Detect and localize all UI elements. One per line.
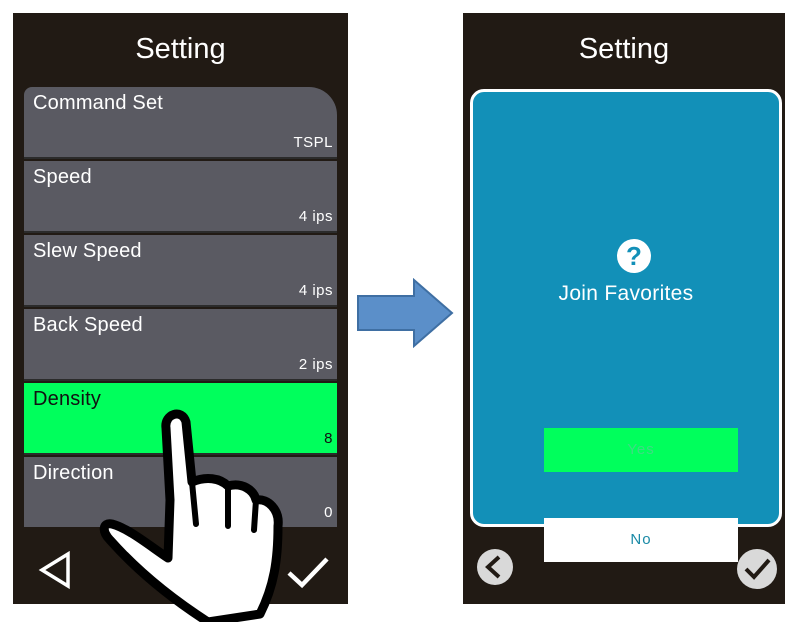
triangle-back-icon[interactable] [35,550,75,590]
right-arrow-icon [357,278,454,348]
setting-value: 0 [324,504,333,521]
no-button[interactable]: No [544,518,738,562]
setting-value: 8 [324,430,333,447]
join-favorites-dialog: ? Join Favorites Yes No [470,89,782,562]
pointing-hand-icon [99,409,283,622]
setting-value: 4 ips [298,282,333,299]
setting-label: Speed [33,166,92,188]
dialog-message: Join Favorites [558,282,694,305]
setting-label: Slew Speed [33,240,142,262]
setting-value: 2 ips [298,356,333,373]
screen-title: Setting [578,33,670,65]
setting-value: TSPL [293,134,333,151]
setting-label: Back Speed [33,314,143,336]
setting-item-speed[interactable]: Speed 4 ips [24,161,337,233]
setting-item-slew-speed[interactable]: Slew Speed 4 ips [24,235,337,307]
circle-check-icon[interactable] [735,547,779,591]
svg-text:?: ? [626,241,642,271]
setting-item-back-speed[interactable]: Back Speed 2 ips [24,309,337,381]
setting-value: 4 ips [298,208,333,225]
setting-label: Command Set [33,92,164,114]
question-mark-icon: ? [617,239,651,273]
yes-button[interactable]: Yes [544,428,738,472]
screen-title: Setting [135,33,226,65]
favorites-dialog-screen: Setting ? Join Favorites Yes No [463,13,785,604]
circle-back-icon[interactable] [475,547,515,587]
setting-item-command-set[interactable]: Command Set TSPL [24,87,337,159]
